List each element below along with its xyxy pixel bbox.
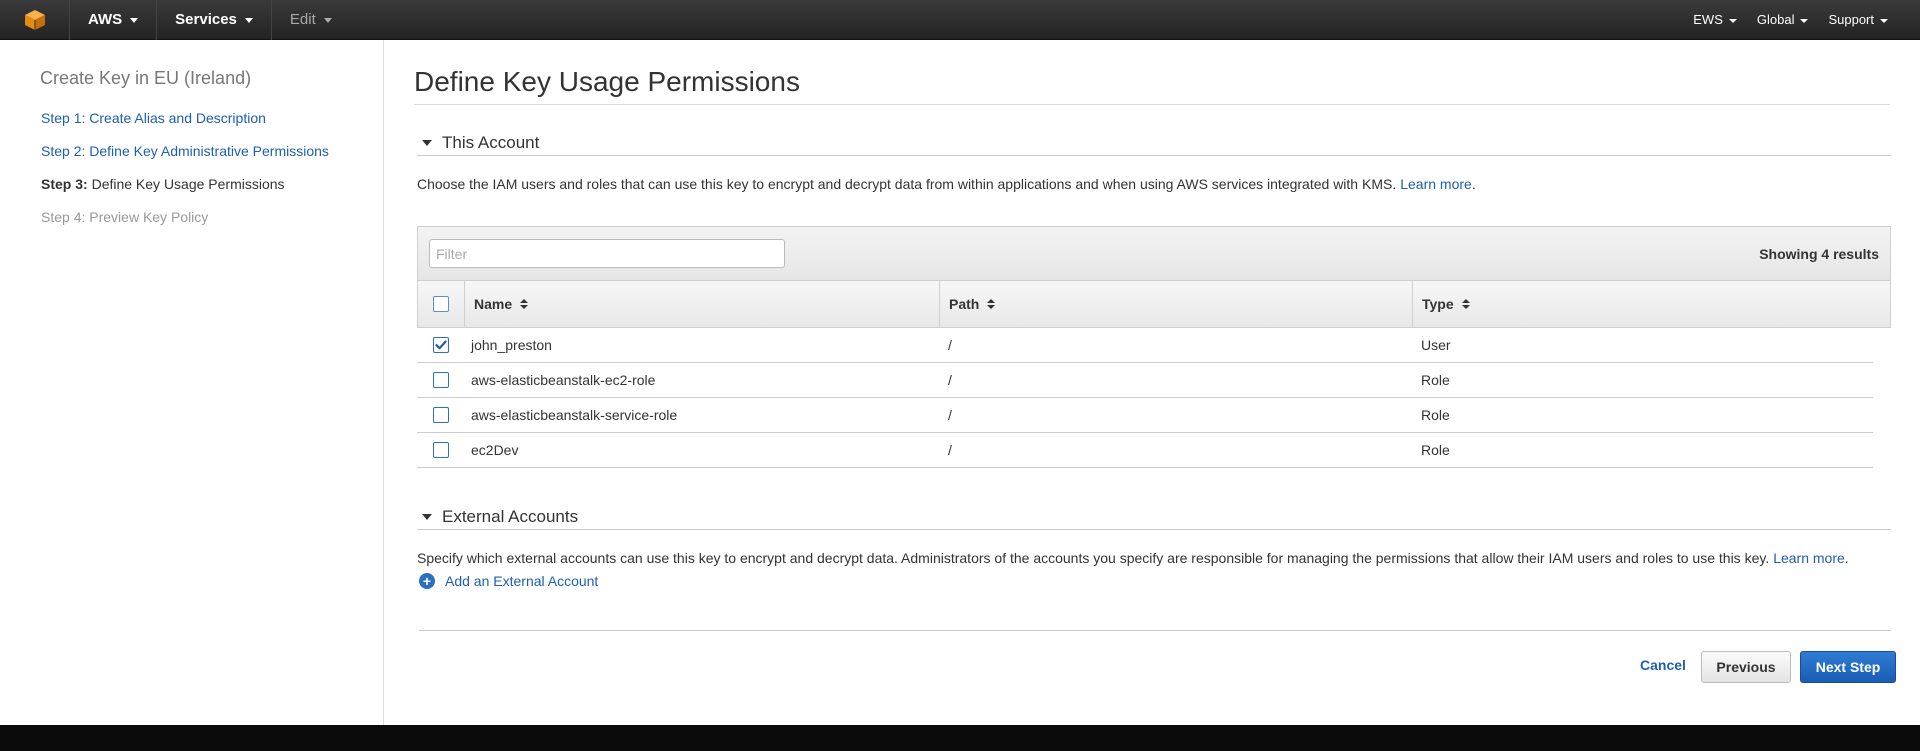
region-menu[interactable]: Global: [1747, 12, 1819, 27]
row-name: ec2Dev: [471, 442, 519, 458]
table-toolbar: Showing 4 results: [417, 226, 1891, 281]
sort-icon: [520, 299, 529, 309]
aws-menu-label: AWS: [88, 11, 123, 28]
column-header-type-label: Type: [1422, 296, 1454, 312]
column-header-path-label: Path: [949, 296, 980, 312]
this-account-learn-more-link[interactable]: Learn more: [1400, 176, 1472, 192]
sidebar-step-2[interactable]: Step 2: Define Key Administrative Permis…: [41, 143, 329, 159]
support-menu-label: Support: [1828, 12, 1874, 27]
chevron-down-icon: [1728, 18, 1737, 23]
column-header-path[interactable]: Path: [940, 281, 1413, 327]
row-name: john_preston: [471, 337, 552, 353]
row-path: /: [948, 407, 952, 423]
plus-circle-icon: +: [419, 573, 435, 589]
column-header-name-label: Name: [474, 296, 513, 312]
aws-menu[interactable]: AWS: [70, 0, 158, 40]
cube-icon: [24, 9, 45, 30]
row-checkbox[interactable]: [432, 442, 449, 458]
previous-button[interactable]: Previous: [1701, 651, 1791, 683]
row-path: /: [948, 372, 952, 388]
sidebar-step-3-prefix: Step 3:: [41, 176, 88, 192]
account-menu-label: EWS: [1693, 12, 1723, 27]
row-name: aws-elasticbeanstalk-ec2-role: [471, 372, 656, 388]
sort-icon: [987, 299, 996, 309]
this-account-section-header[interactable]: This Account: [417, 133, 1891, 156]
nav-right-group: EWS Global Support: [1683, 0, 1920, 40]
collapse-triangle-icon: [422, 140, 432, 146]
page-title: Define Key Usage Permissions: [414, 66, 800, 97]
external-accounts-section-header[interactable]: External Accounts: [417, 507, 1891, 530]
results-count: Showing 4 results: [1759, 246, 1879, 262]
chevron-down-icon: [1880, 18, 1888, 23]
edit-menu[interactable]: Edit: [272, 0, 350, 40]
row-type: Role: [1421, 372, 1450, 388]
row-checkbox[interactable]: [432, 372, 449, 388]
wizard-sidebar: Create Key in EU (Ireland) Step 1: Creat…: [0, 40, 384, 725]
footer-divider: [419, 630, 1891, 631]
chevron-down-icon: [323, 18, 332, 23]
row-checkbox[interactable]: [432, 337, 449, 353]
external-accounts-description: Specify which external accounts can use …: [417, 550, 1849, 566]
edit-menu-label: Edit: [289, 11, 316, 28]
add-external-account-label: Add an External Account: [445, 573, 599, 589]
external-accounts-heading: External Accounts: [442, 507, 579, 526]
account-menu[interactable]: EWS: [1683, 12, 1747, 27]
column-header-type[interactable]: Type: [1413, 281, 1890, 327]
table-row[interactable]: aws-elasticbeanstalk-service-role / Role: [417, 398, 1873, 433]
select-all-cell: [418, 281, 465, 327]
chevron-down-icon: [130, 18, 139, 23]
top-nav-bar: AWS Services Edit EWS Global Support: [0, 0, 1920, 40]
row-checkbox[interactable]: [432, 407, 449, 423]
wizard-title: Create Key in EU (Ireland): [40, 68, 252, 88]
aws-cube-logo-icon[interactable]: [0, 0, 70, 40]
row-type: User: [1421, 337, 1451, 353]
next-step-button[interactable]: Next Step: [1800, 651, 1896, 683]
region-menu-label: Global: [1756, 12, 1795, 27]
support-menu[interactable]: Support: [1818, 12, 1898, 27]
sidebar-step-3-label: Define Key Usage Permissions: [91, 176, 285, 192]
table-row[interactable]: aws-elasticbeanstalk-ec2-role / Role: [417, 363, 1873, 398]
chevron-down-icon: [244, 18, 253, 23]
table-row[interactable]: john_preston / User: [417, 328, 1873, 363]
row-path: /: [948, 442, 952, 458]
filter-input[interactable]: [429, 239, 785, 268]
row-name: aws-elasticbeanstalk-service-role: [471, 407, 678, 423]
checkmark-icon: [434, 340, 447, 350]
table-header: Name Path Type: [417, 281, 1891, 328]
select-all-checkbox[interactable]: [433, 296, 449, 312]
chevron-down-icon: [1800, 18, 1809, 23]
this-account-description-text: Choose the IAM users and roles that can …: [417, 176, 1397, 192]
row-path: /: [948, 337, 952, 353]
services-menu-label: Services: [175, 11, 237, 28]
permissions-table: Showing 4 results Name Path Type john_pr…: [417, 226, 1891, 468]
sidebar-step-1[interactable]: Step 1: Create Alias and Description: [41, 110, 266, 126]
this-account-description: Choose the IAM users and roles that can …: [417, 176, 1476, 192]
external-accounts-learn-more-link[interactable]: Learn more: [1773, 550, 1845, 566]
sidebar-step-4: Step 4: Preview Key Policy: [41, 209, 209, 225]
collapse-triangle-icon: [422, 514, 432, 520]
external-accounts-description-text: Specify which external accounts can use …: [417, 550, 1770, 566]
add-external-account-link[interactable]: + Add an External Account: [419, 573, 598, 589]
this-account-heading: This Account: [442, 133, 540, 152]
page-footer: [0, 725, 1920, 751]
row-type: Role: [1421, 442, 1450, 458]
table-row[interactable]: ec2Dev / Role: [417, 433, 1873, 468]
sort-icon: [1461, 299, 1470, 309]
row-type: Role: [1421, 407, 1450, 423]
title-divider: [414, 104, 1890, 105]
sidebar-step-3: Step 3: Define Key Usage Permissions: [41, 176, 285, 192]
column-header-name[interactable]: Name: [465, 281, 940, 327]
cancel-button[interactable]: Cancel: [1640, 657, 1686, 673]
services-menu[interactable]: Services: [157, 0, 272, 40]
